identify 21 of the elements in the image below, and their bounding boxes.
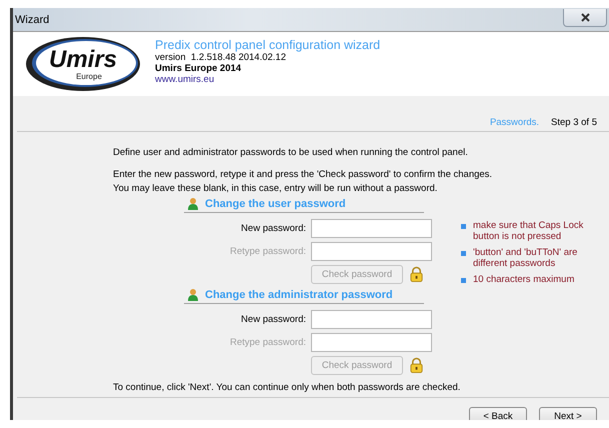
company-name: Umirs Europe 2014 bbox=[155, 62, 242, 74]
hint-text: 'button' and 'buTToN' are different passwords bbox=[473, 247, 578, 269]
section-heading: Change the user password bbox=[205, 198, 346, 210]
next-button[interactable]: Next > bbox=[539, 407, 597, 420]
instruction-text: Define user and administrator passwords to be used when running the control panel. bbox=[113, 146, 469, 160]
window-title: Wizard bbox=[15, 14, 50, 26]
wizard-title: Predix control panel configuration wizard bbox=[155, 38, 380, 52]
section-heading: Change the administrator password bbox=[205, 288, 393, 300]
field-label: Retype password: bbox=[228, 337, 306, 348]
hint-text: 10 characters maximum bbox=[473, 274, 574, 285]
website-link[interactable]: www.umirs.eu bbox=[155, 74, 380, 84]
instruction-text: Enter the new password, retype it and press the 'Check password' to confirm the changes. bbox=[113, 168, 494, 182]
field-label: Retype password: bbox=[228, 246, 306, 257]
footer-text: To continue, click 'Next'. You can continue only when both passwords are checked. bbox=[113, 381, 462, 395]
back-button[interactable]: < Back bbox=[469, 407, 527, 420]
field-label: New password: bbox=[240, 314, 306, 325]
instruction-text: You may leave these blank, in this case, entry will be run without a password. bbox=[113, 182, 438, 196]
version-text: version 1.2.518.48 2014.02.12 bbox=[155, 52, 286, 62]
hint-text: make sure that Caps Lock button is not pressed bbox=[473, 220, 584, 242]
field-label: New password: bbox=[240, 223, 306, 234]
step-name: Passwords. bbox=[490, 117, 540, 128]
